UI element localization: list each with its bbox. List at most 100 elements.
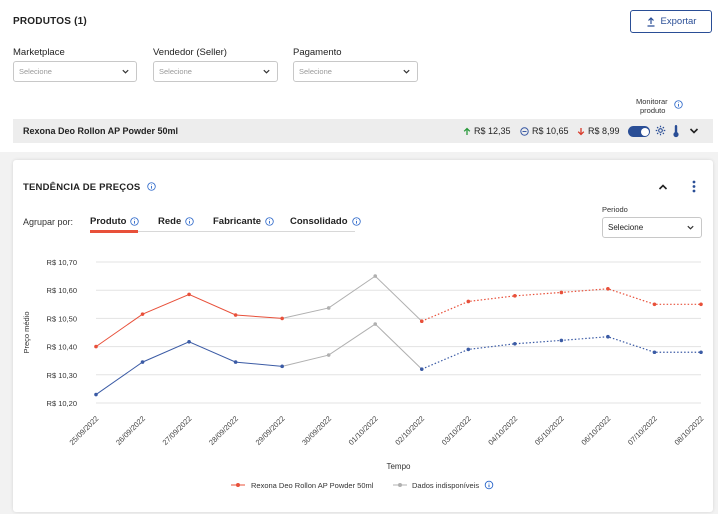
x-tick-label: 05/10/2022	[533, 414, 566, 447]
data-point	[140, 312, 145, 316]
chevron-down-icon	[687, 225, 694, 230]
x-tick-label: 02/10/2022	[393, 414, 426, 447]
data-point	[326, 306, 331, 310]
x-tick-label: 08/10/2022	[673, 414, 706, 447]
thermometer-icon[interactable]	[672, 124, 680, 138]
info-icon[interactable]	[351, 217, 361, 226]
data-point	[326, 353, 331, 357]
unavailable-line	[282, 275, 423, 322]
legend-swatch-dot	[236, 483, 240, 487]
tab-fabricante[interactable]: Fabricante	[213, 216, 274, 227]
product-row: Rexona Deo Rollon AP Powder 50ml R$ 12,3…	[13, 119, 713, 143]
info-icon[interactable]	[265, 217, 274, 226]
data-point	[466, 299, 471, 304]
chevron-up-icon[interactable]	[658, 183, 668, 191]
info-icon[interactable]	[130, 217, 140, 226]
data-point	[699, 302, 703, 307]
data-point	[187, 292, 191, 297]
chevron-down-icon[interactable]	[689, 127, 699, 135]
seller-select[interactable]: Selecione	[153, 61, 278, 82]
data-point	[559, 290, 564, 295]
data-point	[606, 334, 610, 339]
x-tick-label: 07/10/2022	[626, 414, 659, 447]
monitor-toggle[interactable]	[628, 126, 650, 137]
tab-consolidado[interactable]: Consolidado	[290, 216, 361, 227]
payment-placeholder: Selecione	[299, 67, 332, 76]
x-tick-label: 04/10/2022	[486, 414, 519, 447]
data-point	[373, 274, 378, 278]
x-tick-label: 03/10/2022	[440, 414, 473, 447]
marketplace-select[interactable]: Selecione	[13, 61, 137, 82]
data-point	[233, 360, 238, 364]
minus-circle-icon	[520, 126, 529, 136]
page-title: PRODUTOS (1)	[13, 16, 87, 27]
data-point	[559, 338, 564, 343]
arrow-up-icon	[463, 127, 471, 135]
chevron-down-icon	[122, 69, 129, 74]
export-button[interactable]: Exportar	[630, 10, 712, 33]
series-line	[95, 341, 283, 395]
trend-title: TENDÊNCIA DE PREÇOS	[23, 182, 156, 193]
data-point	[419, 319, 424, 324]
data-point	[606, 286, 610, 291]
seller-placeholder: Selecione	[159, 67, 192, 76]
data-point	[94, 344, 98, 349]
price-trend-chart: R$ 10,70 R$ 10,60 R$ 10,50 R$ 10,40 R$ 10,30…	[22, 258, 706, 490]
info-icon[interactable]	[185, 217, 194, 226]
data-point	[652, 302, 657, 307]
tab-rede[interactable]: Rede	[158, 216, 194, 227]
info-icon[interactable]	[674, 100, 683, 109]
data-point	[187, 340, 191, 344]
legend-label: Rexona Deo Rollon AP Powder 50ml	[251, 481, 374, 490]
export-label: Exportar	[660, 16, 697, 27]
y-tick-label: R$ 10,40	[47, 343, 77, 352]
price-trend-card: TENDÊNCIA DE PREÇOS Agrupar por: Produto…	[13, 160, 713, 512]
price-min: R$ 8,99	[577, 126, 620, 136]
data-point	[280, 364, 284, 369]
period-label: Periodo	[602, 205, 628, 214]
info-icon[interactable]	[147, 182, 156, 191]
tab-produto[interactable]: Produto	[90, 216, 140, 227]
period-value: Selecione	[608, 223, 644, 232]
data-point	[513, 294, 517, 298]
y-axis-label: Preço médio	[22, 311, 31, 353]
x-tick-label: 30/09/2022	[300, 414, 333, 447]
period-select[interactable]: Selecione	[602, 217, 702, 238]
x-tick-label: 26/09/2022	[114, 414, 147, 447]
y-tick-label: R$ 10,30	[47, 371, 77, 380]
x-tick-label: 25/09/2022	[68, 414, 101, 447]
legend-label: Dados indisponíveis	[412, 481, 479, 490]
data-point	[94, 392, 98, 397]
chevron-down-icon	[263, 69, 270, 74]
data-point	[513, 341, 517, 346]
data-point	[699, 350, 703, 355]
x-axis-label: Tempo	[386, 462, 411, 471]
more-vertical-icon[interactable]	[692, 180, 696, 193]
data-point	[280, 316, 284, 321]
payment-label: Pagamento	[293, 47, 342, 58]
products-panel: PRODUTOS (1) Exportar Marketplace Seleci…	[0, 0, 718, 152]
data-point	[233, 313, 238, 317]
payment-select[interactable]: Selecione	[293, 61, 418, 82]
x-tick-label: 29/09/2022	[254, 414, 287, 447]
monitor-label: Monitorar produto	[636, 97, 668, 115]
product-name: Rexona Deo Rollon AP Powder 50ml	[23, 126, 179, 136]
data-point	[652, 350, 657, 355]
x-tick-label: 01/10/2022	[347, 414, 380, 447]
legend-swatch-dot	[398, 483, 402, 487]
y-tick-label: R$ 10,60	[47, 286, 77, 295]
active-tab-indicator	[90, 230, 138, 233]
x-tick-label: 28/09/2022	[207, 414, 240, 447]
gear-icon[interactable]	[655, 125, 666, 136]
group-by-label: Agrupar por:	[23, 217, 74, 227]
x-tick-label: 06/10/2022	[579, 414, 612, 447]
chevron-down-icon	[403, 69, 410, 74]
marketplace-placeholder: Selecione	[19, 67, 52, 76]
data-point	[373, 322, 378, 326]
arrow-down-icon	[577, 127, 585, 135]
y-tick-label: R$ 10,20	[47, 399, 77, 408]
series-line	[95, 293, 283, 348]
upload-icon	[647, 16, 655, 27]
y-tick-label: R$ 10,50	[47, 314, 77, 323]
data-point	[466, 347, 471, 352]
